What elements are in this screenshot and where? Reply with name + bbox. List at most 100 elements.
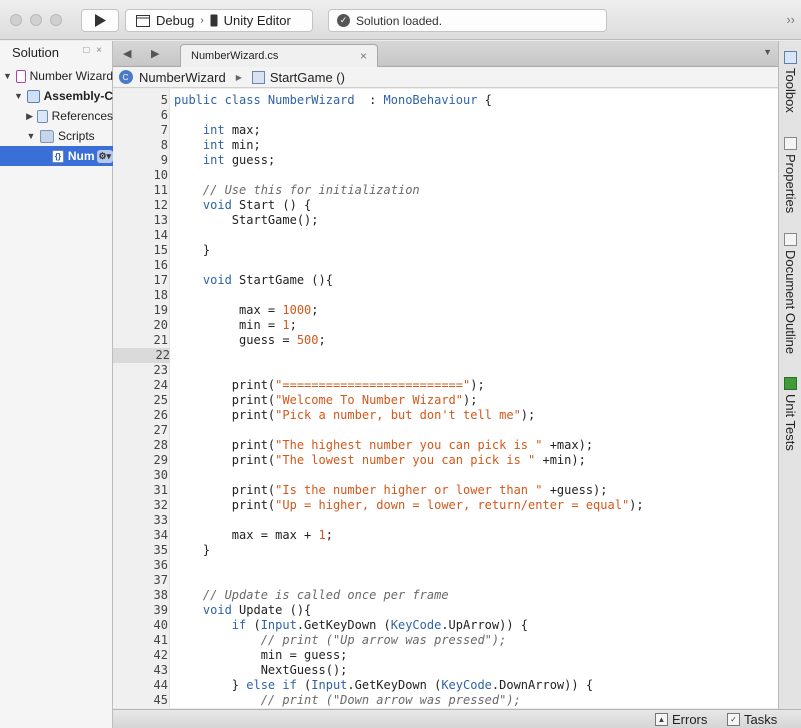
code-token: } — [174, 678, 247, 692]
main-toolbar: Debug › Unity Editor ✓ Solution loaded. … — [0, 0, 801, 40]
dock-properties[interactable]: Properties — [779, 137, 801, 213]
code-line[interactable]: 27 — [113, 423, 778, 438]
project-icon — [26, 89, 40, 103]
code-line[interactable]: 16 — [113, 258, 778, 273]
code-text: print("The lowest number you can pick is… — [174, 453, 586, 468]
pane-controls[interactable]: □ × — [83, 45, 104, 56]
dock-toolbox[interactable]: Toolbox — [779, 51, 801, 113]
zoom-window-button[interactable] — [50, 14, 62, 26]
code-line[interactable]: 6 — [113, 108, 778, 123]
code-line[interactable]: 40 if (Input.GetKeyDown (KeyCode.UpArrow… — [113, 618, 778, 633]
code-line[interactable]: 25 print("Welcome To Number Wizard"); — [113, 393, 778, 408]
code-line[interactable]: 42 min = guess; — [113, 648, 778, 663]
dock-unit-tests[interactable]: Unit Tests — [779, 377, 801, 451]
code-line[interactable]: 44 } else if (Input.GetKeyDown (KeyCode.… — [113, 678, 778, 693]
configuration-selector[interactable]: Debug › Unity Editor — [125, 9, 313, 32]
code-token: } — [174, 243, 211, 257]
expanded-arrow-icon[interactable]: ▼ — [14, 91, 23, 101]
configuration-label: Debug — [156, 13, 195, 28]
line-number: 45 — [153, 693, 168, 707]
code-line[interactable]: 24 print("========================="); — [113, 378, 778, 393]
tree-item-numberwizard-file[interactable]: {} Num ⚙▾ — [0, 146, 113, 166]
code-line[interactable]: 21 guess = 500; — [113, 333, 778, 348]
csharp-file-icon: {} — [52, 149, 64, 163]
code-line[interactable]: 12 void Start () { — [113, 198, 778, 213]
line-number: 31 — [153, 483, 168, 497]
code-token: +max); — [542, 438, 594, 452]
code-line[interactable]: 33 — [113, 513, 778, 528]
code-line[interactable]: 8 int min; — [113, 138, 778, 153]
line-number: 33 — [153, 513, 168, 527]
minimize-window-button[interactable] — [30, 14, 42, 26]
code-token: 1000 — [282, 303, 312, 317]
code-token: 1 — [318, 528, 326, 542]
close-window-button[interactable] — [10, 14, 22, 26]
errors-pad-button[interactable]: ▲ Errors — [655, 712, 707, 727]
code-line[interactable]: 29 print("The lowest number you can pick… — [113, 453, 778, 468]
errors-label: Errors — [672, 712, 708, 727]
tree-item-references[interactable]: ▶ References — [0, 106, 113, 126]
dock-label: Properties — [783, 154, 798, 214]
code-line[interactable]: 30 — [113, 468, 778, 483]
code-line[interactable]: 35 } — [113, 543, 778, 558]
tab-numberwizard[interactable]: NumberWizard.cs × — [180, 44, 378, 67]
code-line[interactable]: 22 — [113, 348, 778, 363]
code-line[interactable]: 31 print("Is the number higher or lower … — [113, 483, 778, 498]
code-line[interactable]: 19 max = 1000; — [113, 303, 778, 318]
gear-icon[interactable]: ⚙▾ — [96, 149, 113, 163]
code-line[interactable]: 20 min = 1; — [113, 318, 778, 333]
code-line[interactable]: 28 print("The highest number you can pic… — [113, 438, 778, 453]
line-number: 14 — [153, 228, 168, 242]
run-button[interactable] — [81, 9, 119, 32]
status-text: Solution loaded. — [356, 13, 443, 28]
code-line[interactable]: 41 // print ("Up arrow was pressed"); — [113, 633, 778, 648]
breadcrumb-class[interactable]: NumberWizard — [139, 70, 226, 85]
forward-arrow-icon[interactable]: ▶ — [151, 47, 159, 60]
code-line[interactable]: 14 — [113, 228, 778, 243]
breadcrumb-method[interactable]: StartGame () — [270, 70, 345, 85]
tree-item-label: Number Wizard — [29, 69, 113, 83]
code-line[interactable]: 5 public class NumberWizard : MonoBehavio… — [113, 93, 778, 108]
line-number: 32 — [153, 498, 168, 512]
code-line[interactable]: 17 void StartGame (){ — [113, 273, 778, 288]
back-arrow-icon[interactable]: ◀ — [123, 47, 131, 60]
code-line[interactable]: 39 void Update (){ — [113, 603, 778, 618]
expanded-arrow-icon[interactable]: ▼ — [26, 131, 36, 141]
code-token: KeyCode — [390, 618, 442, 632]
code-line[interactable]: 34 max = max + 1; — [113, 528, 778, 543]
code-line[interactable]: 45 // print ("Down arrow was pressed"); — [113, 693, 778, 708]
code-line[interactable]: 26 print("Pick a number, but don't tell … — [113, 408, 778, 423]
code-line[interactable]: 38 // Update is called once per frame — [113, 588, 778, 603]
properties-icon — [784, 137, 797, 150]
code-line[interactable]: 36 — [113, 558, 778, 573]
tree-item-solution[interactable]: ▼ Number Wizard — [0, 66, 113, 86]
collapsed-arrow-icon[interactable]: ▶ — [26, 111, 33, 122]
expanded-arrow-icon[interactable]: ▼ — [3, 71, 12, 81]
line-number: 25 — [153, 393, 168, 407]
code-token: "The lowest number you can pick is " — [275, 453, 536, 467]
code-line[interactable]: 43 NextGuess(); — [113, 663, 778, 678]
tasks-pad-button[interactable]: ✓ Tasks — [727, 712, 777, 727]
code-text: } — [174, 543, 210, 558]
code-line[interactable]: 10 — [113, 168, 778, 183]
tree-item-project[interactable]: ▼ Assembly-C — [0, 86, 113, 106]
code-line[interactable]: 9 int guess; — [113, 153, 778, 168]
code-line[interactable]: 11 // Use this for initialization — [113, 183, 778, 198]
code-line[interactable]: 18 — [113, 288, 778, 303]
dock-document-outline[interactable]: Document Outline — [779, 233, 801, 354]
close-tab-icon[interactable]: × — [360, 49, 367, 63]
overflow-chevron-icon[interactable]: ›› — [786, 12, 795, 27]
code-line[interactable]: 13 StartGame(); — [113, 213, 778, 228]
tab-list-chevron-icon[interactable]: ▼ — [763, 47, 772, 57]
code-line[interactable]: 15 } — [113, 243, 778, 258]
code-line[interactable]: 32 print("Up = higher, down = lower, ret… — [113, 498, 778, 513]
code-editor[interactable]: 5 public class NumberWizard : MonoBehavio… — [113, 89, 778, 708]
code-line[interactable]: 23 — [113, 363, 778, 378]
tree-item-scripts[interactable]: ▼ Scripts — [0, 126, 113, 146]
target-label: Unity Editor — [223, 13, 291, 28]
line-number: 24 — [153, 378, 168, 392]
code-line[interactable]: 7 int max; — [113, 123, 778, 138]
code-line[interactable]: 37 — [113, 573, 778, 588]
